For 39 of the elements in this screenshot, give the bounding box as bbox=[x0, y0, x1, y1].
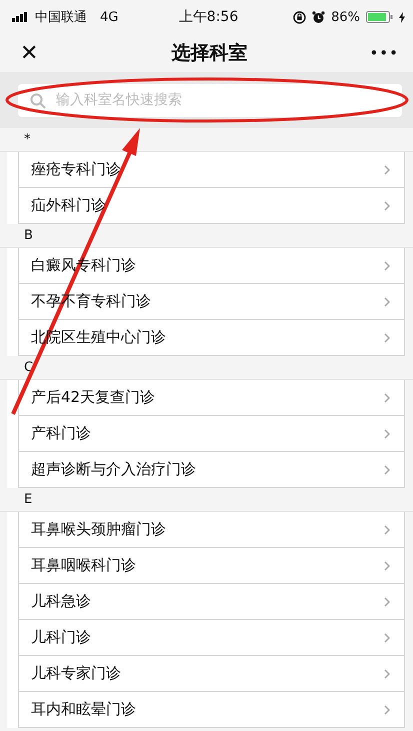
chevron-icon bbox=[384, 560, 390, 570]
section-letter: * bbox=[24, 133, 30, 146]
page-title: 选择科室 bbox=[170, 41, 248, 66]
carrier-name: 中国联通 bbox=[35, 9, 87, 26]
department-item[interactable]: 儿科门诊 bbox=[19, 620, 404, 656]
chevron-icon bbox=[384, 392, 390, 402]
department-item[interactable]: 儿科专家门诊 bbox=[19, 656, 404, 692]
section-letter: B bbox=[24, 229, 33, 242]
department-item[interactable]: 耳内和眩晕门诊 bbox=[19, 692, 404, 728]
chevron-icon bbox=[384, 668, 390, 678]
chevron-icon bbox=[384, 632, 390, 642]
status-time: 上午8:56 bbox=[178, 8, 238, 26]
department-item[interactable]: 儿科急诊 bbox=[19, 584, 404, 620]
charging-icon bbox=[399, 12, 406, 22]
chevron-icon bbox=[384, 524, 390, 534]
alarm-icon bbox=[312, 10, 326, 24]
department-item[interactable]: 痤疮专科门诊 bbox=[19, 152, 404, 188]
search-field[interactable]: 输入科室名快速搜索 bbox=[18, 84, 402, 116]
chevron-icon bbox=[384, 464, 390, 474]
chevron-icon bbox=[384, 260, 390, 270]
signal-icon bbox=[12, 12, 30, 22]
chevron-icon bbox=[384, 428, 390, 438]
close-button[interactable]: ✕ bbox=[20, 40, 60, 66]
section-letter: E bbox=[24, 493, 32, 506]
battery-percent: 86% bbox=[331, 10, 360, 24]
rotation-lock-icon bbox=[293, 10, 306, 24]
battery-icon bbox=[366, 11, 394, 23]
department-item[interactable]: 产后42天复查门诊 bbox=[19, 380, 404, 416]
chevron-icon bbox=[384, 296, 390, 306]
department-item[interactable]: 产科门诊 bbox=[19, 416, 404, 452]
department-item[interactable]: 耳鼻喉头颈肿瘤门诊 bbox=[19, 512, 404, 548]
chevron-icon bbox=[384, 596, 390, 606]
more-button[interactable]: ••• bbox=[359, 44, 399, 62]
chevron-icon bbox=[384, 200, 390, 210]
chevron-icon bbox=[384, 164, 390, 174]
network-type: 4G bbox=[100, 10, 118, 24]
chevron-icon bbox=[384, 332, 390, 342]
chevron-icon bbox=[384, 704, 390, 714]
department-item[interactable]: 耳鼻咽喉科门诊 bbox=[19, 548, 404, 584]
